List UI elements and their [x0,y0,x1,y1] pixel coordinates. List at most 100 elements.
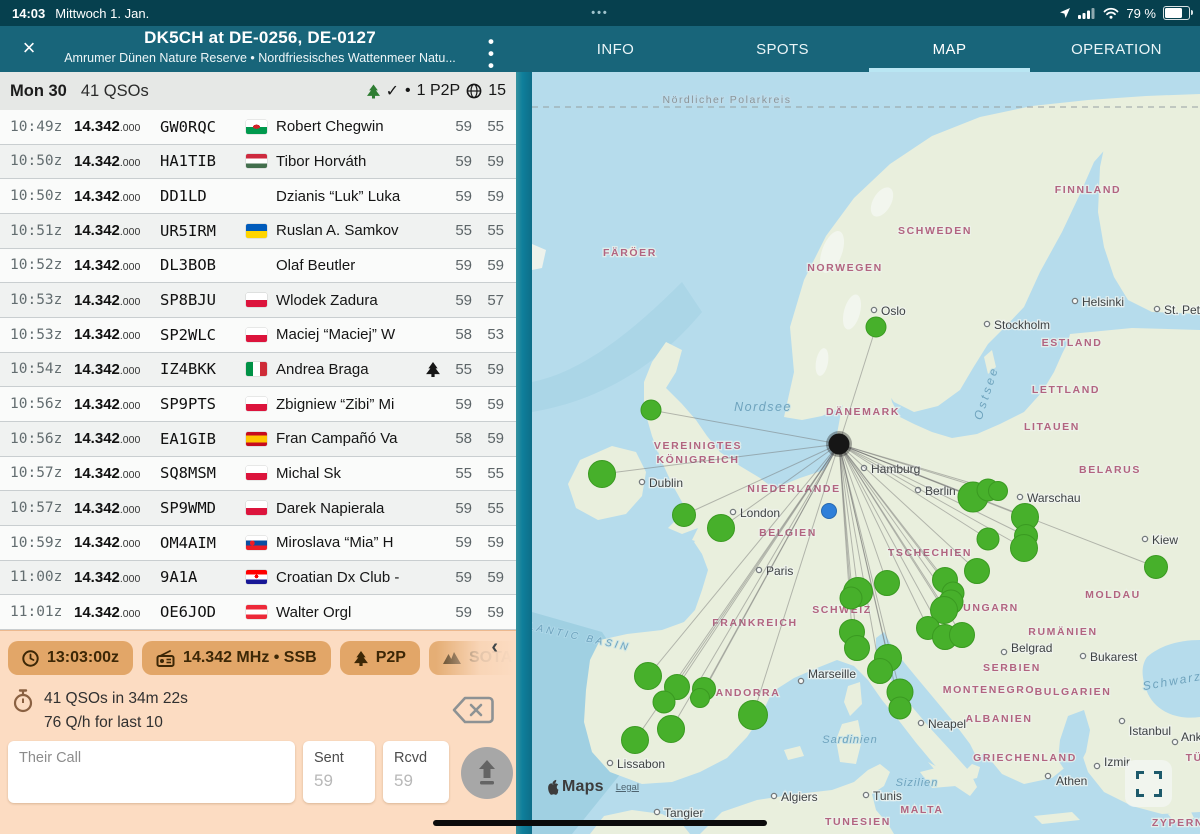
city-dot [1172,739,1177,744]
log-date: Mon 30 [10,82,67,101]
city-label: Lissabon [617,757,665,771]
qso-rst-sent: 59 [442,534,472,551]
city-dot [1017,494,1022,499]
city-dot [1142,536,1147,541]
qso-marker[interactable] [866,317,886,337]
qso-name: Fran Campañó Va [276,430,424,447]
log-row[interactable]: 10:57z14.342.000SP9WMDDarek Napierala595… [0,491,516,526]
qso-marker[interactable] [845,636,870,661]
country-label: BULGARIEN [1035,686,1112,698]
dx-count: 15 [488,82,506,100]
log-row[interactable]: 10:53z14.342.000SP2WLCMaciej “Maciej” W5… [0,318,516,353]
qso-flag [246,258,276,272]
tab-bar: INFOSPOTSMAPOPERATION [532,26,1200,72]
tab-operation[interactable]: OPERATION [1033,26,1200,72]
qso-marker[interactable] [641,400,661,420]
home-indicator[interactable] [433,820,767,826]
qso-rst-sent: 58 [442,326,472,343]
legal-link[interactable]: Legal [616,782,639,793]
log-row[interactable]: 10:51z14.342.000UR5IRMRuslan A. Samkov55… [0,214,516,249]
tab-info[interactable]: INFO [532,26,699,72]
qso-name: Croatian Dx Club - [276,569,424,586]
log-row[interactable]: 10:57z14.342.000SQ8MSMMichal Sk5555 [0,457,516,492]
clock-icon [22,650,39,667]
tab-spots[interactable]: SPOTS [699,26,866,72]
qso-marker[interactable] [977,528,999,550]
qso-marker[interactable] [658,716,685,743]
close-button[interactable]: × [16,35,42,61]
qso-marker[interactable] [840,587,862,609]
flag-poland-icon [246,501,267,515]
map-view[interactable]: NordseeOstseeSardinienSizilienSchwarzATL… [532,72,1200,834]
qso-marker[interactable] [1145,556,1168,579]
qso-marker[interactable] [635,663,662,690]
backspace-button[interactable] [450,693,496,727]
qso-name: Wlodek Zadura [276,292,424,309]
flag-austria-icon [246,605,267,619]
chip-scroll-chevron: ‹ [491,636,498,659]
chip-p2p[interactable]: P2P [340,641,420,675]
qso-callsign: HA1TIB [160,152,246,170]
qso-marker[interactable] [875,571,900,596]
chip-14-342-mhz-ssb[interactable]: 14.342 MHz • SSB [142,641,331,675]
qso-rst-sent: 59 [442,188,472,205]
log-qso-button[interactable] [461,747,513,799]
qso-marker[interactable] [708,515,735,542]
qso-time: 11:01z [10,604,74,620]
rcvd-value: 59 [394,771,413,791]
flag-slovakia-icon [246,536,267,550]
qso-rst-rcvd: 55 [474,500,504,517]
log-row[interactable]: 10:52z14.342.000DL3BOBOlaf Beutler5959 [0,249,516,284]
country-label: DÄNEMARK [826,405,900,418]
kebab-menu-icon[interactable]: ••• [480,36,502,60]
country-label: SERBIEN [983,662,1041,674]
log-row[interactable]: 10:59z14.342.000OM4AIMMiroslava “Mia” H5… [0,526,516,561]
qso-marker[interactable] [989,482,1008,501]
qso-marker[interactable] [868,659,893,684]
qso-marker[interactable] [889,697,911,719]
qso-marker[interactable] [739,701,768,730]
qso-marker[interactable] [691,689,710,708]
city-label: Helsinki [1082,295,1124,309]
qso-rst-sent: 58 [442,430,472,447]
qso-name: Zbigniew “Zibi” Mi [276,396,424,413]
qso-flag [246,570,276,584]
qso-marker[interactable] [653,691,675,713]
qso-time: 10:54z [10,361,74,377]
qso-rst-sent: 55 [442,361,472,378]
city-label: Oslo [881,304,906,318]
log-row[interactable]: 11:00z14.342.0009A1ACroatian Dx Club -59… [0,561,516,596]
log-row[interactable]: 11:01z14.342.000OE6JODWalter Orgl5959 [0,595,516,630]
log-row[interactable]: 10:54z14.342.000IZ4BKKAndrea Braga5559 [0,353,516,388]
country-label: MONTENEGRO [943,684,1035,696]
flag-croatia-icon [246,570,267,584]
blue-marker[interactable] [822,504,837,519]
qso-marker[interactable] [589,461,616,488]
qso-marker[interactable] [965,559,990,584]
rst-sent-field[interactable]: Sent 59 [303,741,375,803]
flag-poland-icon [246,328,267,342]
tab-map[interactable]: MAP [866,26,1033,72]
log-row[interactable]: 10:56z14.342.000EA1GIBFran Campañó Va585… [0,422,516,457]
qso-marker[interactable] [673,504,696,527]
qso-frequency: 14.342.000 [74,118,160,135]
qso-marker[interactable] [1011,535,1038,562]
fullscreen-button[interactable] [1125,760,1172,807]
qso-flag [246,189,276,203]
qso-marker[interactable] [622,727,649,754]
flag-none-icon [246,258,267,272]
log-row[interactable]: 10:50z14.342.000DD1LDDzianis “Luk” Luka5… [0,179,516,214]
qso-marker[interactable] [950,623,975,648]
chip-13-03-00z[interactable]: 13:03:00z [8,641,133,675]
sea-label: Sizilien [896,777,939,789]
log-row[interactable]: 10:50z14.342.000HA1TIBTibor Horváth5959 [0,145,516,180]
their-call-field[interactable]: Their Call [8,741,295,803]
log-row[interactable]: 10:53z14.342.000SP8BJUWlodek Zadura5957 [0,283,516,318]
log-row[interactable]: 10:56z14.342.000SP9PTSZbigniew “Zibi” Mi… [0,387,516,422]
qso-callsign: GW0RQC [160,118,246,136]
rst-rcvd-field[interactable]: Rcvd 59 [383,741,449,803]
qso-rst-sent: 59 [442,257,472,274]
station-marker[interactable] [829,434,850,455]
qso-rst-rcvd: 59 [474,534,504,551]
log-row[interactable]: 10:49z14.342.000GW0RQCRobert Chegwin5955 [0,110,516,145]
